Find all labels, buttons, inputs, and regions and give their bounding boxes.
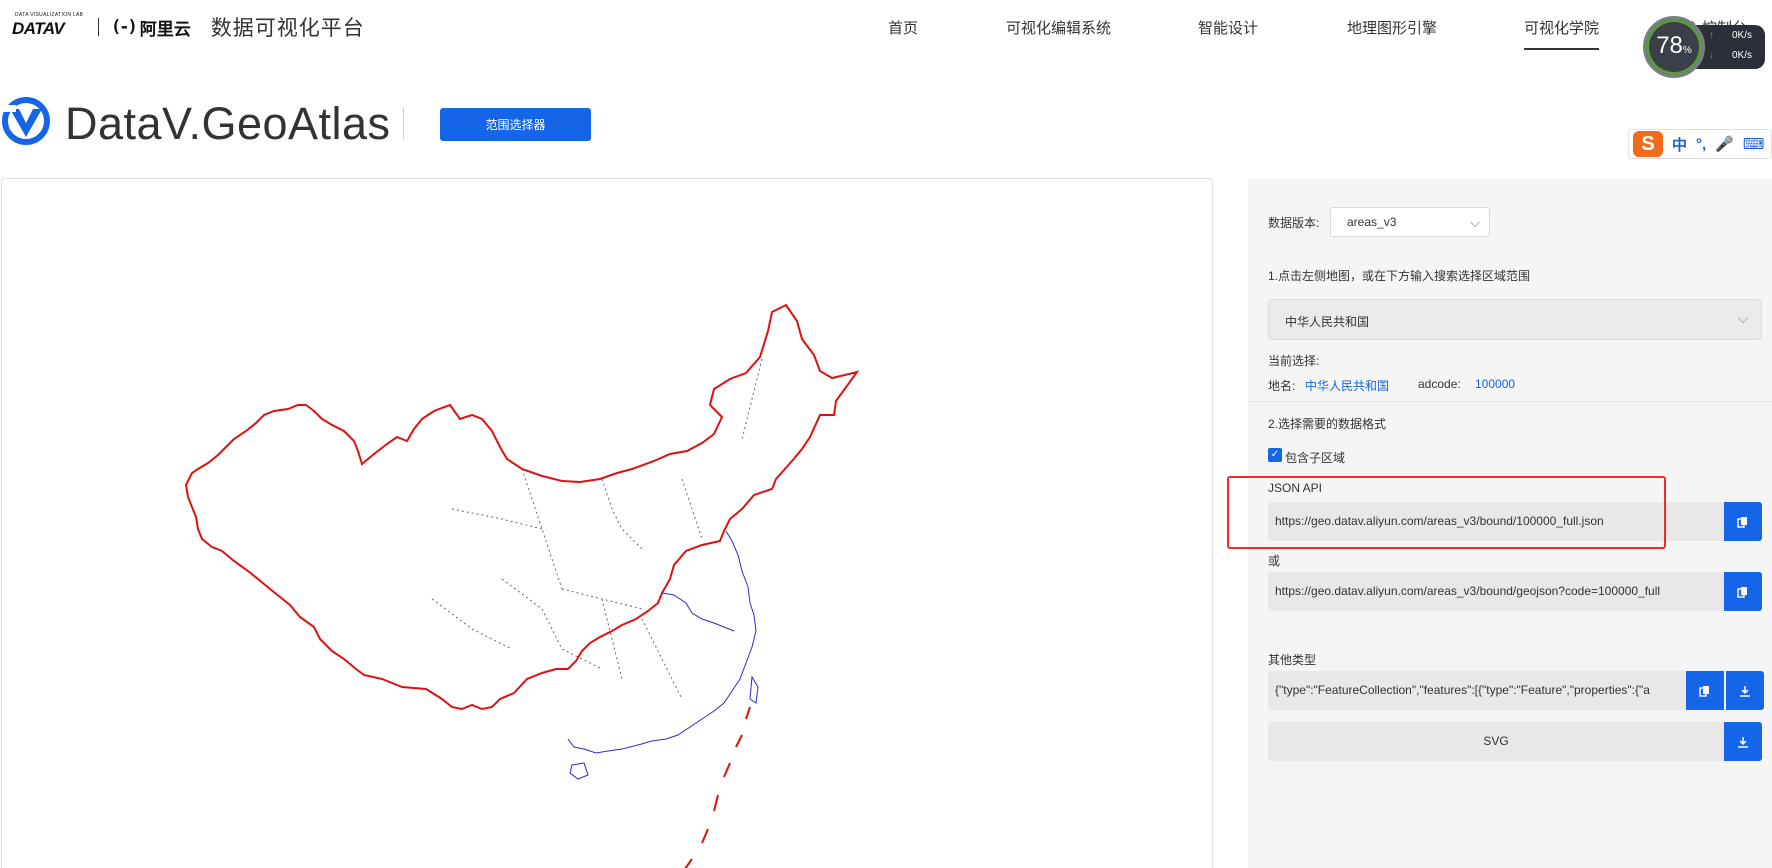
version-label: 数据版本: [1268,216,1320,230]
name-label: 地名: [1268,379,1296,393]
other-types-label: 其他类型 [1268,653,1317,667]
nav-editor[interactable]: 可视化编辑系统 [1006,17,1111,38]
upload-arrow-icon: ↑ [1709,30,1714,41]
geoatlas-logo-icon [2,97,50,145]
other-types-field[interactable]: {"type":"FeatureCollection","features":[… [1268,671,1686,710]
header-separator [403,107,404,139]
copy-icon [1699,685,1709,697]
chevron-down-icon [1469,216,1481,228]
download-speed: ↓ 0K/s [1709,50,1753,61]
top-navbar: DATA VISUALIZATION LAB DATAV (-) 阿里云 数据可… [0,0,1772,56]
adcode-label: adcode: [1418,377,1461,391]
download-arrow-icon: ↓ [1709,50,1714,61]
maritime-line [684,706,751,868]
province-borders [431,358,763,700]
nav-academy[interactable]: 可视化学院 [1524,17,1600,50]
datav-word: DATAV [12,19,65,38]
island-hainan [569,762,589,780]
sogou-logo-icon[interactable]: S [1633,131,1663,157]
brand-logos[interactable]: DATA VISUALIZATION LAB DATAV (-) 阿里云 数据可… [12,12,365,42]
region-select[interactable]: 中华人民共和国 [1268,299,1762,340]
adcode-value: 100000 [1475,377,1516,391]
brand-separator [98,18,99,36]
copy-icon [1737,516,1747,528]
coastline [567,530,757,754]
name-value: 中华人民共和国 [1305,379,1390,393]
datav-lab-text: DATA VISUALIZATION LAB [15,12,84,18]
options-panel: 数据版本: areas_v3 1.点击左侧地图，或在下方输入搜索选择区域范围 中… [1248,178,1772,868]
version-select[interactable]: areas_v3 [1330,207,1490,237]
region-value: 中华人民共和国 [1285,315,1370,329]
svg-format-bar: SVG [1268,722,1724,761]
geojson-url-field[interactable]: https://geo.datav.aliyun.com/areas_v3/bo… [1268,572,1724,611]
geoatlas-title: DataV.GeoAtlas [65,98,391,149]
version-value: areas_v3 [1347,215,1397,229]
island-taiwan [749,675,759,704]
range-selector-button[interactable]: 范围选择器 [440,108,591,141]
ime-punctuation[interactable]: °, [1696,136,1706,153]
json-api-url-field[interactable]: https://geo.datav.aliyun.com/areas_v3/bo… [1268,502,1724,541]
copy-other-button[interactable] [1686,671,1724,710]
step1-label: 1.点击左侧地图，或在下方输入搜索选择区域范围 [1268,269,1531,283]
aliyun-bracket-icon: (-) [111,17,138,37]
or-label: 或 [1268,554,1281,568]
upload-speed: ↑ 0K/s [1709,30,1753,41]
chevron-down-icon [1737,312,1749,324]
ime-mic-icon[interactable]: 🎤 [1715,135,1734,153]
nav-home[interactable]: 首页 [888,17,918,38]
china-map[interactable] [2,179,1214,868]
datav-logo[interactable]: DATA VISUALIZATION LAB DATAV [12,12,86,38]
platform-title: 数据可视化平台 [210,17,365,40]
copy-icon [1737,586,1747,598]
ime-chinese-mode[interactable]: 中 [1672,134,1687,155]
usage-percent: 78% [1656,32,1692,59]
network-speed-widget[interactable]: 78% ↑ 0K/s ↓ 0K/s [1643,16,1767,78]
copy-json-api-button[interactable] [1724,502,1762,541]
download-other-button[interactable] [1726,671,1764,710]
json-api-label: JSON API [1268,481,1323,495]
include-subregion-checkbox[interactable]: ✓ [1268,448,1282,462]
country-boundary [184,303,860,711]
copy-geojson-button[interactable] [1724,572,1762,611]
map-panel[interactable] [1,178,1213,868]
include-subregion-label[interactable]: 包含子区域 [1285,449,1345,466]
aliyun-logo[interactable]: (-) 阿里云 [111,15,191,40]
panel-divider [1248,401,1772,402]
download-icon [1738,736,1748,748]
nav-smart-design[interactable]: 智能设计 [1198,17,1258,38]
aliyun-word: 阿里云 [139,19,191,39]
download-icon [1740,685,1750,697]
download-svg-button[interactable] [1724,722,1762,761]
ime-keyboard-icon[interactable]: ⌨ [1743,135,1765,153]
current-selection-label: 当前选择: [1268,354,1320,368]
nav-geo-engine[interactable]: 地理图形引擎 [1347,17,1437,38]
ime-toolbar[interactable]: S 中 °, 🎤 ⌨ [1628,129,1772,159]
step2-label: 2.选择需要的数据格式 [1268,417,1387,431]
